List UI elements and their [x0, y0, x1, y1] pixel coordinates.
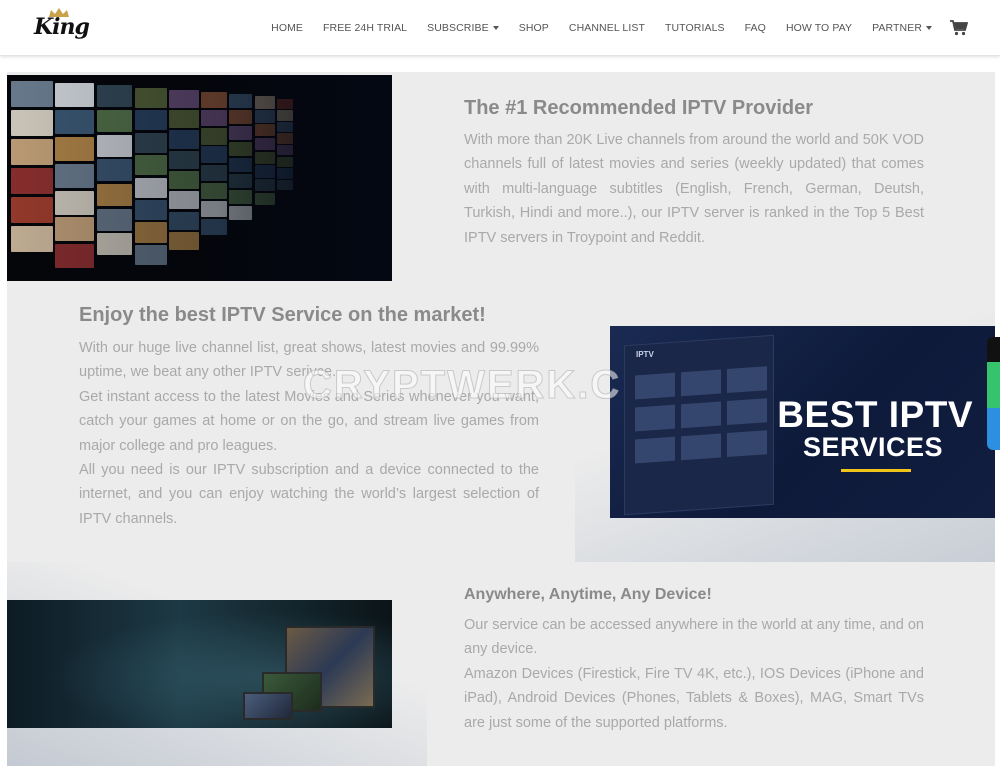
tv-interface-mockup	[624, 334, 774, 516]
section3-paragraph: Our service can be accessed anywhere in …	[464, 617, 924, 658]
services-heading: SERVICES	[802, 432, 943, 462]
section3-title: Anywhere, Anytime, Any Device!	[464, 586, 712, 603]
site-header: King HOME FREE 24H TRIAL SUBSCRIBE SHOP …	[0, 0, 1000, 56]
screens-fade-overlay	[7, 75, 392, 281]
section1-title: The #1 Recommended IPTV Provider	[464, 97, 813, 119]
section1-body: With more than 20K Live channels from ar…	[464, 132, 924, 246]
devices-image	[7, 600, 392, 728]
nav-label: SHOP	[518, 22, 549, 34]
best-iptv-services-image: IPTV BEST IPTV SERVICES	[610, 326, 995, 518]
iptv-small-label: IPTV	[636, 350, 654, 359]
nav-label: FAQ	[744, 22, 766, 34]
side-widget-blue-tab[interactable]	[987, 408, 1000, 450]
tv-screens-wall-image	[7, 75, 392, 281]
yellow-underline	[841, 469, 911, 472]
caret-down-icon	[492, 26, 499, 30]
best-iptv-heading: BEST IPTV	[777, 394, 973, 435]
nav-label: HOW TO PAY	[785, 22, 853, 34]
nav-how-to-pay[interactable]: HOW TO PAY	[786, 22, 852, 34]
section3-paragraph: Amazon Devices (Firestick, Fire TV 4K, e…	[464, 665, 924, 731]
king-logo[interactable]: King	[30, 8, 90, 48]
caret-down-icon	[926, 26, 932, 30]
nav-faq[interactable]: FAQ	[745, 22, 766, 34]
nav-label: HOME	[271, 22, 304, 34]
nav-free-trial[interactable]: FREE 24H TRIAL	[323, 22, 407, 34]
side-social-widget[interactable]	[987, 337, 1000, 450]
section2-paragraph: All you need is our IPTV subscription an…	[79, 462, 539, 527]
nav-label: PARTNER	[872, 22, 922, 34]
section2-title: Enjoy the best IPTV Service on the marke…	[79, 304, 486, 326]
nav-shop[interactable]: SHOP	[519, 22, 549, 34]
nav-label: SUBSCRIBE	[427, 22, 489, 34]
nav-subscribe[interactable]: SUBSCRIBE	[427, 22, 499, 34]
nav-tutorials[interactable]: TUTORIALS	[665, 22, 725, 34]
nav-home[interactable]: HOME	[271, 22, 303, 34]
side-widget-dark-tab[interactable]	[987, 337, 1000, 362]
main-nav: HOME FREE 24H TRIAL SUBSCRIBE SHOP CHANN…	[251, 0, 968, 56]
nav-label: TUTORIALS	[664, 22, 725, 34]
shopping-cart-icon[interactable]	[950, 20, 968, 36]
watermark-text: CRYPTWERK.C	[302, 363, 622, 408]
section3-body: Our service can be accessed anywhere in …	[464, 613, 924, 735]
side-widget-green-tab[interactable]	[987, 362, 1000, 408]
nav-label: FREE 24H TRIAL	[323, 22, 408, 34]
nav-channel-list[interactable]: CHANNEL LIST	[569, 22, 645, 34]
logo-text: King	[34, 14, 90, 40]
nav-partner[interactable]: PARTNER	[872, 22, 932, 34]
phone-device	[243, 692, 293, 720]
nav-label: CHANNEL LIST	[568, 22, 645, 34]
